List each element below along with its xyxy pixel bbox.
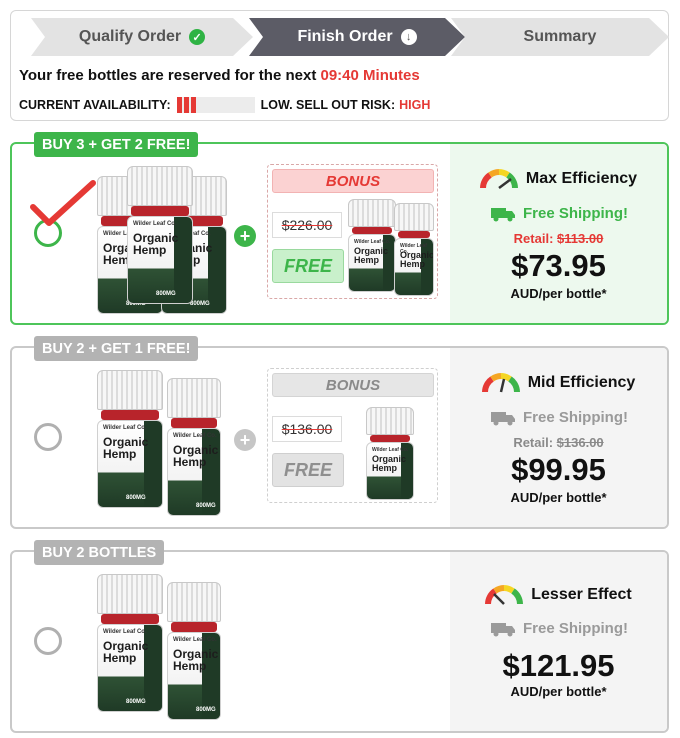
offer-tag: BUY 3 + GET 2 FREE! <box>34 132 199 157</box>
checkout-steps: Qualify Order ✓ Finish Order ↓ Summary <box>31 18 671 56</box>
bonus-bottle-image: Wilder Leaf Co. Organic Hemp <box>366 407 414 500</box>
bonus-bottle-image: Wilder Leaf Co. Organic Hemp <box>394 203 434 296</box>
risk-label: LOW. SELL OUT RISK: <box>260 98 396 112</box>
gauge-low-icon <box>485 585 524 605</box>
retail-price: $113.00 <box>557 231 604 246</box>
offer-card-buy3-get2[interactable]: BUY 3 + GET 2 FREE! Wilder Leaf Co. Organ… <box>10 132 669 325</box>
gauge-mid-icon <box>481 373 520 393</box>
product-bottles: Wilder Leaf Co.OrganicHemp800MG Wilder L… <box>97 164 227 314</box>
checkmark-icon <box>30 180 96 226</box>
truck-icon <box>491 207 515 221</box>
step-label: Summary <box>523 28 597 45</box>
efficiency-row: Max Efficiency <box>450 168 667 190</box>
availability-label: CURRENT AVAILABILITY: <box>19 98 171 112</box>
bottle-image: Wilder Leaf Co.OrganicHemp800MG <box>167 378 221 516</box>
step-finish-order[interactable]: Finish Order ↓ <box>249 18 465 56</box>
step-label: Finish Order <box>297 28 393 45</box>
gauge-max-icon <box>479 169 518 189</box>
step-qualify-order[interactable]: Qualify Order ✓ <box>31 18 253 56</box>
product-bottles: Wilder Leaf Co.OrganicHemp800MG Wilder L… <box>97 368 227 516</box>
bonus-old-price: $136.00 <box>272 416 342 442</box>
availability-bar-segment <box>176 97 182 113</box>
efficiency-row: Mid Efficiency <box>450 372 667 394</box>
efficiency-label: Lesser Effect <box>531 586 632 603</box>
offer-tag: BUY 2 BOTTLES <box>34 540 165 565</box>
reserve-message: Your free bottles are reserved for the n… <box>19 67 420 84</box>
offer-tag: BUY 2 + GET 1 FREE! <box>34 336 199 361</box>
retail-label: Retail: <box>513 231 554 246</box>
bonus-free-label: FREE <box>272 453 344 487</box>
shipping-label: Free Shipping! <box>523 205 628 222</box>
bottle-image: Wilder Leaf Co.OrganicHemp800MG <box>167 582 221 720</box>
availability-row: CURRENT AVAILABILITY: LOW. SELL OUT RISK… <box>19 97 430 113</box>
plus-icon: + <box>234 225 256 247</box>
bonus-box: BONUS $226.00 FREE Wilder Leaf Co. Organi… <box>267 164 438 299</box>
offer-card-buy2-get1[interactable]: BUY 2 + GET 1 FREE! Wilder Leaf Co. Organ… <box>10 336 669 529</box>
offer-price: $99.95 <box>511 452 606 487</box>
plus-icon: + <box>234 429 256 451</box>
shipping-label: Free Shipping! <box>523 409 628 426</box>
retail-row: Retail: $113.00 <box>450 231 667 246</box>
offer-card-buy2[interactable]: BUY 2 BOTTLES Wilder Leaf Co. Organic Hemp… <box>10 540 669 733</box>
arrow-down-circle-icon: ↓ <box>400 29 417 45</box>
offer-price: $73.95 <box>511 248 606 283</box>
bonus-bottle-image: Wilder Leaf Co. Organic Hemp <box>348 199 396 292</box>
shipping-row: Free Shipping! <box>450 620 667 637</box>
availability-bar-segment <box>183 97 189 113</box>
check-circle-icon: ✓ <box>189 29 206 45</box>
availability-bar-segment <box>190 97 196 113</box>
price-panel: Mid Efficiency Free Shipping! Retail: $1… <box>450 348 667 527</box>
bonus-free-label: FREE <box>272 249 344 283</box>
price-unit: AUD/per bottle* <box>510 684 607 699</box>
offer-price: $121.95 <box>502 648 615 683</box>
offer-radio[interactable] <box>34 627 62 655</box>
price-unit: AUD/per bottle* <box>510 490 607 505</box>
efficiency-row: Lesser Effect <box>450 584 667 606</box>
shipping-row: Free Shipping! <box>450 205 667 222</box>
retail-row: Retail: $136.00 <box>450 435 667 450</box>
retail-label: Retail: <box>513 435 554 450</box>
bonus-box: BONUS $136.00 FREE Wilder Leaf Co. Organi… <box>267 368 438 503</box>
bottle-image: Wilder Leaf Co.OrganicHemp800MG <box>97 370 163 508</box>
availability-bar <box>176 97 255 113</box>
shipping-row: Free Shipping! <box>450 409 667 426</box>
truck-icon <box>491 411 515 425</box>
price-panel: Max Efficiency Free Shipping! Retail: $1… <box>450 144 667 323</box>
offer-radio[interactable] <box>34 423 62 451</box>
retail-price: $136.00 <box>556 435 604 450</box>
bottle-image: Wilder Leaf Co.OrganicHemp800MG <box>97 574 163 712</box>
bottle-image: Wilder Leaf Co.OrganicHemp800MG <box>127 166 193 304</box>
bonus-old-price: $226.00 <box>272 212 342 238</box>
bonus-title: BONUS <box>272 373 434 397</box>
price-unit: AUD/per bottle* <box>510 286 607 301</box>
product-bottles: Wilder Leaf Co.OrganicHemp800MG Wilder L… <box>97 572 227 720</box>
reserve-text: Your free bottles are reserved for the n… <box>19 67 317 84</box>
step-label: Qualify Order <box>78 28 182 45</box>
truck-icon <box>491 622 515 636</box>
efficiency-label: Mid Efficiency <box>527 374 636 391</box>
risk-value: HIGH <box>399 98 431 112</box>
efficiency-label: Max Efficiency <box>525 170 638 187</box>
order-header-panel: Qualify Order ✓ Finish Order ↓ Summary You… <box>10 10 669 121</box>
shipping-label: Free Shipping! <box>523 620 628 637</box>
countdown-timer: 09:40 Minutes <box>320 67 420 84</box>
price-panel: Lesser Effect Free Shipping! $121.95 AUD… <box>450 552 667 731</box>
bonus-title: BONUS <box>272 169 434 193</box>
step-summary[interactable]: Summary <box>451 18 669 56</box>
